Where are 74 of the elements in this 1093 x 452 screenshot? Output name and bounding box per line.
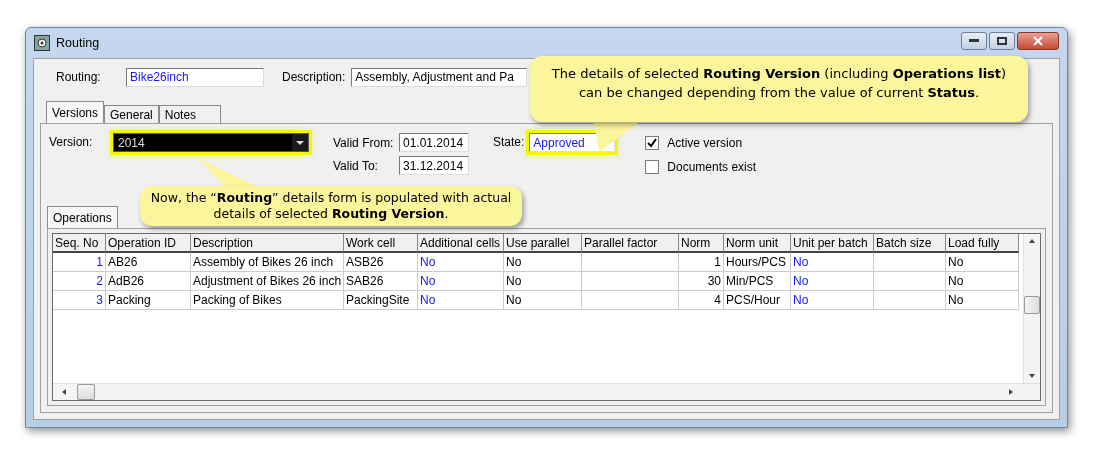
table-cell: No <box>791 272 874 291</box>
scrollbar-thumb[interactable] <box>1024 296 1040 314</box>
column-header[interactable]: Additional cells <box>418 234 504 253</box>
table-cell: 4 <box>679 291 724 310</box>
table-cell: No <box>418 291 504 310</box>
tab[interactable]: Notes <box>158 105 222 123</box>
routing-label: Routing: <box>56 70 102 84</box>
table-cell: 1 <box>679 253 724 272</box>
table-cell: No <box>791 291 874 310</box>
column-header[interactable]: Batch size <box>874 234 946 253</box>
table-cell: SAB26 <box>344 272 418 291</box>
table-cell: Min/PCS <box>724 272 791 291</box>
checkbox[interactable] <box>645 136 660 150</box>
state-label: State: <box>493 135 525 149</box>
minimize-icon <box>969 39 979 43</box>
column-header[interactable]: Work cell <box>344 234 418 253</box>
table-cell: No <box>504 253 582 272</box>
table-cell: No <box>791 253 874 272</box>
description-field[interactable]: Assembly, Adjustment and Pa <box>351 67 528 87</box>
table-cell: AB26 <box>106 253 191 272</box>
table-cell: AdB26 <box>106 272 191 291</box>
app-icon <box>34 35 50 51</box>
table-cell: Adjustment of Bikes 26 inch <box>191 272 344 291</box>
table-cell: No <box>946 253 1019 272</box>
table-cell: Packing <box>106 291 191 310</box>
table-cell: No <box>418 272 504 291</box>
dropdown-arrow-icon <box>296 140 304 145</box>
table-cell: No <box>504 291 582 310</box>
description-label: Description: <box>282 70 346 84</box>
checkbox-label: Documents exist <box>667 160 757 174</box>
table-cell: PackingSite <box>344 291 418 310</box>
table-cell: No <box>418 253 504 272</box>
valid-to-label: Valid To: <box>333 158 379 173</box>
close-button[interactable] <box>1017 32 1059 50</box>
column-header[interactable]: Use parallel <box>504 234 582 253</box>
column-header[interactable]: Parallel factor <box>582 234 679 253</box>
tab[interactable]: Operations <box>47 206 118 228</box>
tab[interactable]: General <box>104 105 159 123</box>
version-dropdown[interactable]: 2014 <box>113 133 309 152</box>
column-header[interactable]: Norm <box>679 234 724 253</box>
checkbox-label: Active version <box>667 136 743 150</box>
window-title: Routing <box>56 36 100 50</box>
table-cell: 3 <box>53 291 106 310</box>
tab[interactable]: Versions <box>46 101 105 123</box>
version-label: Version: <box>49 135 94 151</box>
valid-to-field[interactable]: 31.12.2014 <box>399 156 469 175</box>
horizontal-scrollbar[interactable] <box>53 383 1040 400</box>
table-cell: 2 <box>53 272 106 291</box>
table-cell: ASB26 <box>344 253 418 272</box>
table-cell: No <box>946 272 1019 291</box>
routing-field[interactable]: Bike26inch <box>126 67 264 87</box>
valid-from-field[interactable]: 01.01.2014 <box>399 133 469 152</box>
maximize-icon <box>997 37 1007 45</box>
table-cell: No <box>504 272 582 291</box>
scrollbar-thumb[interactable] <box>77 384 95 400</box>
valid-from-label: Valid From: <box>333 135 395 150</box>
column-header[interactable]: Norm unit <box>724 234 791 253</box>
checkbox[interactable] <box>645 160 660 174</box>
minimize-button[interactable] <box>961 32 987 50</box>
vertical-scrollbar[interactable] <box>1023 234 1040 383</box>
table-cell: Assembly of Bikes 26 inch <box>191 253 344 272</box>
table-cell: Packing of Bikes <box>191 291 344 310</box>
column-header[interactable]: Unit per batch <box>791 234 874 253</box>
table-cell: 1 <box>53 253 106 272</box>
table-cell: PCS/Hour <box>724 291 791 310</box>
column-header[interactable]: Load fully <box>946 234 1019 253</box>
table-cell: Hours/PCS <box>724 253 791 272</box>
table-cell: No <box>946 291 1019 310</box>
column-header[interactable]: Seq. No <box>53 234 106 253</box>
maximize-button[interactable] <box>989 32 1015 50</box>
close-icon <box>1033 36 1043 46</box>
column-header[interactable]: Operation ID <box>106 234 191 253</box>
column-header[interactable]: Description <box>191 234 344 253</box>
table-cell: 30 <box>679 272 724 291</box>
